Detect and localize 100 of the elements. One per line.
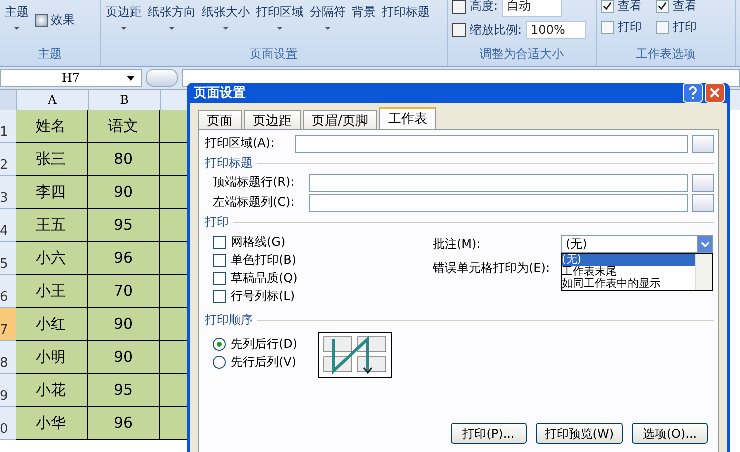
- dialog-button[interactable]: 打印预览(W): [536, 423, 623, 444]
- tab[interactable]: 页面: [198, 110, 242, 129]
- radio-button[interactable]: [213, 356, 226, 368]
- table-cell: 90: [88, 308, 160, 341]
- section-heading: 打印顺序: [205, 312, 253, 328]
- group-label: 页面设置: [249, 46, 299, 63]
- radio-button[interactable]: [213, 338, 226, 350]
- checkbox[interactable]: [213, 236, 226, 248]
- checkbox[interactable]: [213, 254, 226, 266]
- checkbox[interactable]: [213, 290, 226, 302]
- row-header[interactable]: 7: [0, 308, 16, 341]
- row-header[interactable]: 0: [0, 407, 16, 440]
- range-picker-icon[interactable]: [692, 194, 714, 212]
- checkbox-label: 打印: [673, 19, 697, 36]
- table-cell: 王五: [16, 209, 88, 242]
- group-label: 主题: [37, 46, 63, 63]
- close-icon[interactable]: [705, 83, 725, 103]
- row-header[interactable]: 1: [0, 110, 16, 143]
- tab[interactable]: 工作表: [379, 107, 436, 129]
- ribbon-button[interactable]: 纸张方向: [147, 0, 197, 30]
- table-cell: 96: [88, 407, 160, 440]
- input-field[interactable]: [309, 174, 688, 192]
- window-title: 页面设置: [194, 85, 246, 102]
- group-label: 调整为合适大小: [479, 46, 565, 63]
- radio-label: 先列后行(D): [231, 336, 298, 352]
- table-cell: 小六: [16, 242, 88, 275]
- checkbox-label: 单色打印(B): [231, 252, 297, 268]
- help-icon[interactable]: [683, 83, 703, 103]
- theme-button[interactable]: 主题: [4, 0, 30, 30]
- dropdown-option[interactable]: 如同工作表中的显示: [562, 278, 695, 290]
- caret-icon: [325, 27, 331, 30]
- dropdown-icon[interactable]: [697, 235, 713, 253]
- checkbox[interactable]: [213, 272, 226, 284]
- ribbon-button[interactable]: 页边距: [105, 0, 143, 30]
- checkbox[interactable]: [656, 21, 669, 34]
- caret-icon: [14, 27, 20, 30]
- checkbox-label: 草稿品质(Q): [231, 270, 298, 286]
- table-cell: 95: [88, 374, 160, 407]
- name-box[interactable]: H7: [0, 69, 142, 87]
- dialog-button[interactable]: 打印(P)...: [450, 423, 527, 444]
- input-field[interactable]: [309, 194, 688, 212]
- input-field[interactable]: [295, 134, 688, 152]
- table-cell: 小红: [16, 308, 88, 341]
- ribbon-button[interactable]: 背景: [351, 0, 377, 21]
- table-cell: 95: [88, 209, 160, 242]
- tab[interactable]: 页边距: [244, 110, 301, 129]
- dialog-button[interactable]: 选项(O)...: [632, 423, 708, 444]
- field-label: 错误单元格打印为(E):: [433, 260, 551, 276]
- table-cell: 小明: [16, 341, 88, 374]
- row-header[interactable]: 5: [0, 242, 16, 275]
- field-label: 批注(M):: [433, 236, 482, 252]
- row-header[interactable]: 8: [0, 341, 16, 374]
- scale-icon: [452, 23, 466, 37]
- row-header[interactable]: 3: [0, 176, 16, 209]
- dropdown-option[interactable]: (无): [562, 254, 695, 266]
- ribbon-button[interactable]: 分隔符: [309, 0, 347, 30]
- scale-label: 缩放比例:: [470, 22, 522, 38]
- table-cell: 语文: [88, 110, 160, 143]
- dropdown-option[interactable]: 工作表末尾: [562, 266, 695, 278]
- group-label: 工作表选项: [635, 46, 697, 63]
- field-label: 打印区域(A):: [205, 135, 276, 152]
- row-header[interactable]: 6: [0, 275, 16, 308]
- table-cell: 80: [88, 143, 160, 176]
- row-header[interactable]: 9: [0, 374, 16, 407]
- checkbox[interactable]: [601, 0, 614, 13]
- table-cell: 小王: [16, 275, 88, 308]
- scrollbar[interactable]: [695, 254, 712, 290]
- table-cell: 90: [88, 341, 160, 374]
- caret-icon: [169, 27, 175, 30]
- effects-button[interactable]: 效果: [34, 0, 76, 29]
- ribbon-button[interactable]: 纸张大小: [201, 0, 251, 30]
- table-cell: 小花: [16, 374, 88, 407]
- checkbox[interactable]: [656, 0, 669, 13]
- tab[interactable]: 页眉/页脚: [303, 110, 378, 129]
- checkbox-label: 查看: [618, 0, 642, 15]
- function-icon[interactable]: [146, 69, 178, 87]
- checkbox-label: 查看: [673, 0, 697, 15]
- ribbon-button[interactable]: 打印标题: [381, 0, 431, 21]
- checkbox-label: 网格线(G): [231, 234, 286, 250]
- comments-dropdown[interactable]: (无): [561, 235, 697, 253]
- range-picker-icon[interactable]: [692, 174, 714, 192]
- radio-label: 先行后列(V): [231, 354, 297, 370]
- table-cell: 小华: [16, 407, 88, 440]
- ribbon-button[interactable]: 打印区域: [255, 0, 305, 30]
- field-label: 顶端标题行(R):: [213, 174, 296, 191]
- field-label: 左端标题列(C):: [213, 194, 296, 211]
- section-heading: 打印: [205, 214, 229, 230]
- range-picker-icon[interactable]: [692, 134, 714, 152]
- row-header[interactable]: 2: [0, 143, 16, 176]
- table-cell: 90: [88, 176, 160, 209]
- caret-icon: [223, 27, 229, 30]
- checkbox-label: 打印: [618, 19, 642, 36]
- height-dropdown[interactable]: 自动: [502, 0, 562, 17]
- section-heading: 打印标题: [205, 154, 253, 172]
- table-cell: 96: [88, 242, 160, 275]
- row-header[interactable]: 4: [0, 209, 16, 242]
- scale-spinner[interactable]: 100%: [526, 21, 586, 39]
- table-cell: 张三: [16, 143, 88, 176]
- table-cell: 姓名: [16, 110, 88, 143]
- checkbox[interactable]: [601, 21, 614, 34]
